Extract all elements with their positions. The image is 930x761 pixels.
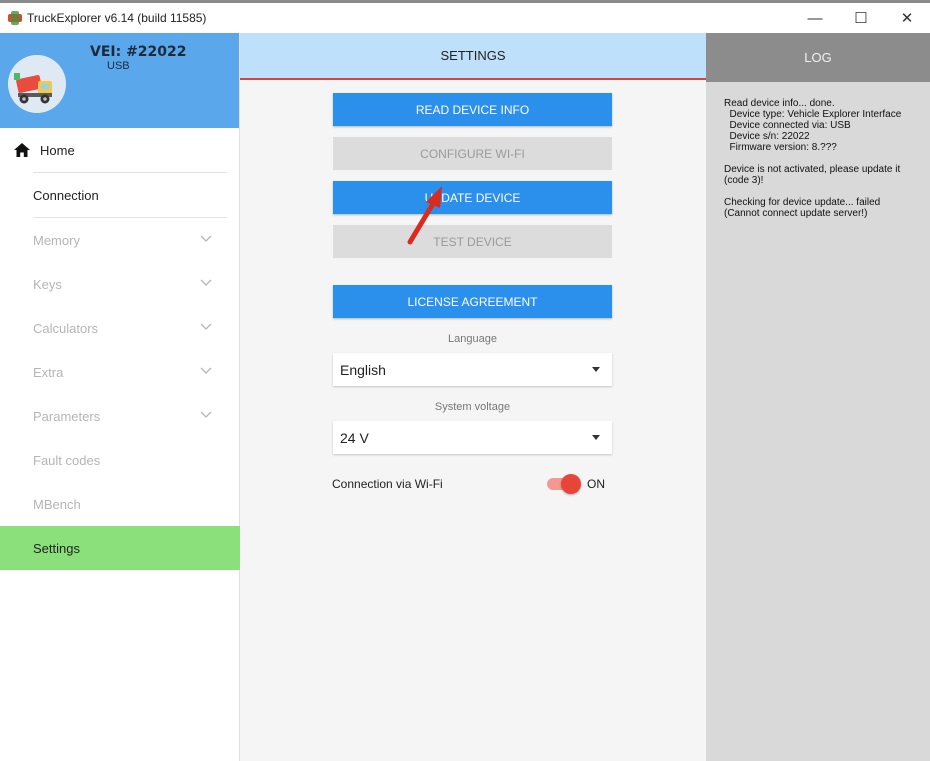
sidebar-item-memory[interactable]: Memory (0, 218, 239, 262)
sidebar-item-settings[interactable]: Settings (0, 526, 240, 570)
sidebar-item-label: Fault codes (33, 452, 101, 468)
toggle-thumb (561, 474, 581, 494)
log-line: Device s/n: 22022 (724, 131, 810, 142)
log-line: Checking for device update... failed (724, 197, 881, 208)
chevron-down-icon (200, 367, 212, 374)
configure-wifi-button[interactable]: CONFIGURE WI-FI (333, 137, 612, 170)
wifi-toggle-state: ON (587, 477, 605, 491)
settings-panel: SETTINGS READ DEVICE INFO CONFIGURE WI-F… (240, 33, 706, 761)
log-line: Device type: Vehicle Explorer Interface (724, 109, 902, 120)
sidebar-item-fault-codes[interactable]: Fault codes (0, 438, 239, 482)
log-line: (Cannot connect update server!) (724, 208, 868, 219)
maximize-button[interactable]: ☐ (838, 3, 884, 33)
sidebar-item-extra[interactable]: Extra (0, 350, 239, 394)
close-button[interactable]: ✕ (884, 3, 930, 33)
sidebar-item-label: Calculators (33, 320, 99, 336)
system-voltage-label: System voltage (434, 401, 511, 413)
test-device-button[interactable]: TEST DEVICE (333, 225, 612, 258)
log-line: Firmware version: 8.??? (724, 142, 837, 153)
license-agreement-button[interactable]: LICENSE AGREEMENT (333, 285, 612, 318)
wifi-connection-row: Connection via Wi-Fi ON (332, 474, 612, 494)
home-icon (14, 143, 30, 157)
log-output: Read device info... done. Device type: V… (706, 82, 930, 219)
dropdown-caret-icon (592, 367, 600, 372)
sidebar-item-mbench[interactable]: MBench (0, 482, 239, 526)
sidebar-item-connection[interactable]: Connection (0, 173, 239, 217)
sidebar-item-label: Home (40, 142, 75, 158)
language-label: Language (448, 333, 497, 345)
sidebar-item-label: Settings (33, 540, 80, 556)
device-header: VEI: #22022 USB (0, 33, 239, 128)
truck-avatar-icon (8, 55, 66, 113)
log-spacer (724, 186, 922, 197)
sidebar-item-label: MBench (33, 496, 81, 512)
app-logo-icon (8, 11, 22, 25)
chevron-down-icon (200, 279, 212, 286)
window-title-bar: TruckExplorer v6.14 (build 11585) — ☐ ✕ (0, 0, 930, 33)
sidebar-item-calculators[interactable]: Calculators (0, 306, 239, 350)
log-line: Device is not activated, please update i… (724, 164, 901, 175)
sidebar: VEI: #22022 USB Home Connection Memory K… (0, 33, 240, 761)
red-arrow-annotation (407, 186, 442, 245)
minimize-button[interactable]: — (792, 3, 838, 33)
sidebar-item-label: Connection (33, 187, 99, 203)
wifi-connection-label: Connection via Wi-Fi (332, 477, 443, 491)
chevron-down-icon (200, 235, 212, 242)
system-voltage-select[interactable]: 24 V (333, 421, 612, 454)
chevron-down-icon (200, 411, 212, 418)
device-connection-type: USB (107, 60, 130, 72)
log-spacer (724, 153, 922, 164)
wifi-toggle[interactable] (545, 474, 581, 494)
read-device-info-button[interactable]: READ DEVICE INFO (333, 93, 612, 126)
sidebar-item-label: Extra (33, 364, 64, 380)
dropdown-caret-icon (592, 435, 600, 440)
window-title: TruckExplorer v6.14 (build 11585) (27, 11, 207, 25)
sidebar-item-label: Keys (33, 276, 62, 292)
log-line: Read device info... done. (724, 98, 835, 109)
update-device-button[interactable]: UPDATE DEVICE (333, 181, 612, 214)
log-line: (code 3)! (724, 175, 764, 186)
sidebar-item-label: Memory (33, 232, 80, 248)
language-select-value: English (340, 361, 386, 378)
log-title: LOG (706, 33, 930, 82)
log-line: Device connected via: USB (724, 120, 851, 131)
sidebar-item-home[interactable]: Home (0, 128, 239, 172)
chevron-down-icon (200, 323, 212, 330)
system-voltage-select-value: 24 V (340, 429, 369, 446)
settings-title: SETTINGS (240, 33, 706, 80)
log-panel: LOG Read device info... done. Device typ… (706, 33, 930, 761)
device-name: VEI: #22022 (90, 44, 187, 60)
window-controls: — ☐ ✕ (792, 3, 930, 33)
sidebar-item-parameters[interactable]: Parameters (0, 394, 239, 438)
sidebar-item-keys[interactable]: Keys (0, 262, 239, 306)
sidebar-item-label: Parameters (33, 408, 101, 424)
language-select[interactable]: English (333, 353, 612, 386)
